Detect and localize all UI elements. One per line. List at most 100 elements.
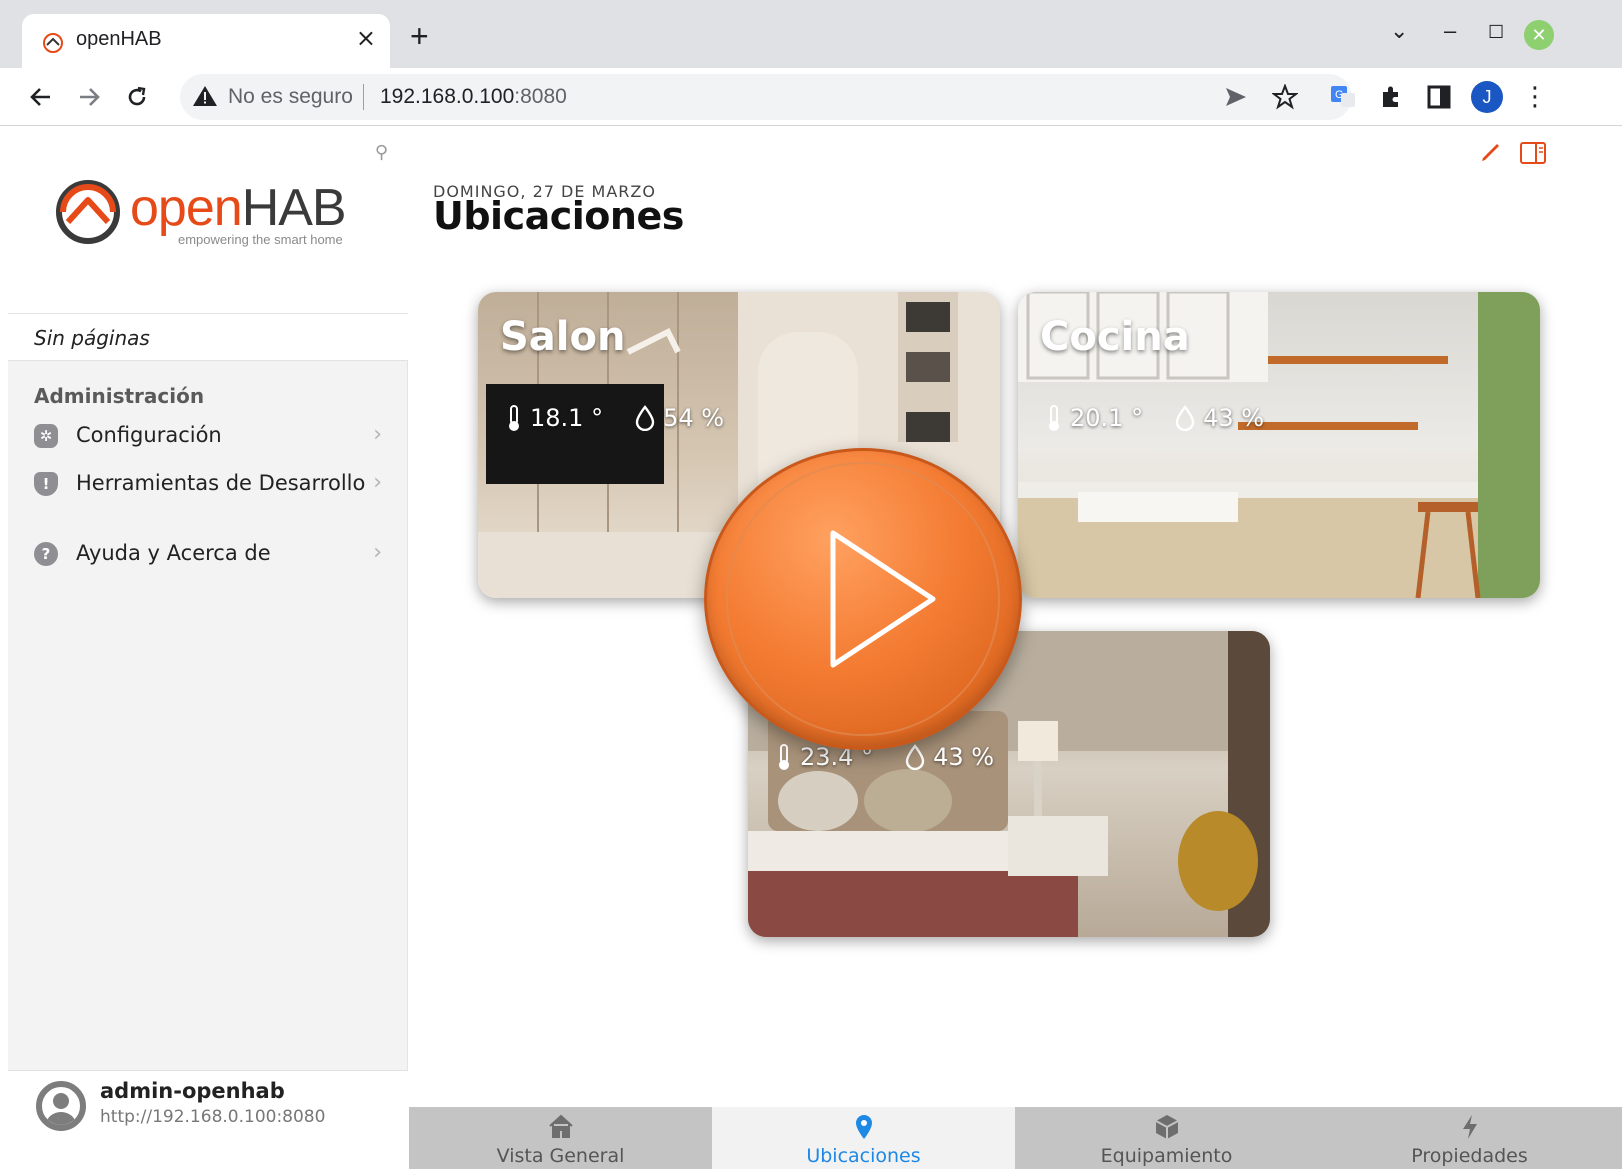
- minimize-icon[interactable]: –: [1444, 18, 1456, 44]
- send-tab-icon[interactable]: [1224, 86, 1248, 108]
- page-title: Ubicaciones: [433, 194, 684, 238]
- water-drop-icon: [1175, 405, 1195, 431]
- new-tab-button[interactable]: +: [410, 20, 429, 52]
- thermometer-icon: [509, 405, 519, 431]
- tab-label: Ubicaciones: [806, 1145, 921, 1167]
- location-pin-icon: [855, 1115, 872, 1139]
- translate-icon[interactable]: G: [1326, 80, 1360, 114]
- video-play-button[interactable]: [704, 448, 1022, 750]
- sidebar-item-label: Ayuda y Acerca de: [76, 541, 271, 565]
- openhab-favicon-icon: [43, 33, 63, 53]
- profile-initial: J: [1471, 81, 1503, 113]
- sidebar-header: ⚲ openHAB empowering the smart home: [8, 126, 408, 313]
- water-drop-icon: [905, 744, 925, 770]
- sidebar: ⚲ openHAB empowering the smart home Sin …: [8, 126, 408, 1169]
- address-separator: [363, 84, 364, 110]
- tab-label: Equipamiento: [1100, 1145, 1233, 1167]
- chevron-right-icon: ›: [373, 422, 382, 447]
- tab-equipamiento[interactable]: Equipamiento: [1015, 1107, 1318, 1169]
- card-stats: 18.1 ° 54 %: [506, 404, 746, 432]
- side-panel-toggle-icon[interactable]: [1519, 140, 1547, 166]
- extensions-icon[interactable]: [1374, 80, 1408, 114]
- no-pages-item: Sin páginas: [8, 313, 408, 361]
- bottom-tab-bar: Vista General Ubicaciones Equipamiento P…: [409, 1107, 1622, 1169]
- tab-title: openHAB: [76, 28, 162, 50]
- user-server-url: http://192.168.0.100:8080: [100, 1107, 326, 1127]
- back-button[interactable]: [24, 80, 58, 114]
- tab-close-icon[interactable]: ×: [356, 24, 376, 52]
- security-label[interactable]: No es seguro: [228, 85, 353, 109]
- url-port: :8080: [514, 85, 567, 108]
- tab-search-chevron-icon[interactable]: ⌄: [1390, 18, 1408, 44]
- location-card-cocina[interactable]: Cocina 20.1 ° 43 %: [1018, 292, 1540, 598]
- user-avatar-icon: [36, 1081, 86, 1131]
- tab-strip: openHAB × + ⌄ – ☐ ✕: [0, 0, 1622, 68]
- logo-open: open: [130, 179, 243, 237]
- tab-label: Vista General: [496, 1145, 625, 1167]
- humidity-value: 43 %: [1203, 404, 1265, 432]
- tab-vista-general[interactable]: Vista General: [409, 1107, 712, 1169]
- browser-chrome: openHAB × + ⌄ – ☐ ✕ No es seguro 192.168…: [0, 0, 1622, 126]
- no-pages-label: Sin páginas: [34, 326, 150, 350]
- profile-avatar[interactable]: J: [1470, 80, 1504, 114]
- thermometer-icon: [1049, 405, 1059, 431]
- sidebar-item-herramientas[interactable]: ! Herramientas de Desarrollo ›: [8, 462, 408, 506]
- humidity-value: 43 %: [933, 743, 995, 771]
- forward-button[interactable]: [72, 80, 106, 114]
- humidity-stat: 54 %: [635, 404, 724, 432]
- url-host: 192.168.0.100: [380, 85, 515, 108]
- user-name: admin-openhab: [100, 1079, 285, 1103]
- card-stats: 20.1 ° 43 %: [1046, 404, 1286, 432]
- address-bar[interactable]: No es seguro 192.168.0.100:8080: [180, 74, 1352, 120]
- edit-pencil-icon[interactable]: [1479, 140, 1503, 164]
- card-title: Salon: [500, 314, 626, 360]
- tab-propiedades[interactable]: Propiedades: [1318, 1107, 1621, 1169]
- sidebar-item-configuracion[interactable]: ✲ Configuración ›: [8, 414, 408, 458]
- user-profile[interactable]: admin-openhab http://192.168.0.100:8080: [8, 1070, 408, 1169]
- browser-menu-icon[interactable]: ⋮: [1518, 80, 1552, 114]
- logo-tagline: empowering the smart home: [178, 232, 343, 247]
- humidity-value: 54 %: [663, 404, 725, 432]
- logo-hab: HAB: [241, 179, 347, 237]
- reload-icon: [128, 86, 146, 106]
- tab-ubicaciones[interactable]: Ubicaciones: [712, 1107, 1015, 1169]
- main-content: DOMINGO, 27 DE MARZO Ubicaciones Salon 1…: [409, 126, 1622, 1169]
- sidebar-item-label: Herramientas de Desarrollo: [76, 471, 366, 495]
- browser-tab[interactable]: openHAB ×: [22, 14, 390, 68]
- bookmark-star-icon[interactable]: [1272, 84, 1298, 110]
- url-text[interactable]: 192.168.0.100:8080: [380, 85, 567, 109]
- thermometer-icon: [779, 744, 789, 770]
- home-icon: [548, 1114, 573, 1138]
- humidity-stat: 43 %: [1175, 404, 1264, 432]
- temperature-value: 18.1 °: [530, 404, 604, 432]
- play-icon: [726, 462, 1000, 736]
- warning-icon: [193, 86, 217, 106]
- lightning-icon: [1462, 1115, 1477, 1139]
- sidebar-item-label: Configuración: [76, 423, 222, 447]
- browser-toolbar: No es seguro 192.168.0.100:8080 G J ⋮: [0, 68, 1622, 126]
- chevron-right-icon: ›: [373, 540, 382, 565]
- temperature-stat: 18.1 °: [506, 404, 603, 432]
- reload-button[interactable]: [120, 80, 154, 114]
- card-stats: 23.4 ° 43 %: [776, 743, 1016, 771]
- forward-arrow-icon: [80, 88, 100, 106]
- temperature-value: 20.1 °: [1070, 404, 1144, 432]
- sidebar-item-ayuda[interactable]: ? Ayuda y Acerca de ›: [8, 532, 408, 576]
- chevron-right-icon: ›: [373, 470, 382, 495]
- card-title: Cocina: [1040, 314, 1190, 360]
- admin-heading: Administración: [34, 384, 205, 408]
- maximize-icon[interactable]: ☐: [1488, 22, 1504, 43]
- help-icon: ?: [34, 542, 58, 566]
- shield-icon: !: [34, 472, 58, 496]
- pin-icon[interactable]: ⚲: [375, 142, 388, 163]
- humidity-stat: 43 %: [905, 743, 994, 771]
- logo-wordmark: openHAB: [130, 178, 347, 238]
- side-panel-icon[interactable]: [1422, 80, 1456, 114]
- tab-label: Propiedades: [1411, 1145, 1528, 1167]
- cube-icon: [1155, 1115, 1178, 1139]
- openhab-logo-icon: [56, 180, 120, 244]
- back-arrow-icon: [30, 88, 50, 106]
- openhab-logo[interactable]: openHAB empowering the smart home: [54, 178, 374, 254]
- temperature-stat: 20.1 °: [1046, 404, 1143, 432]
- close-window-icon[interactable]: ✕: [1524, 20, 1554, 50]
